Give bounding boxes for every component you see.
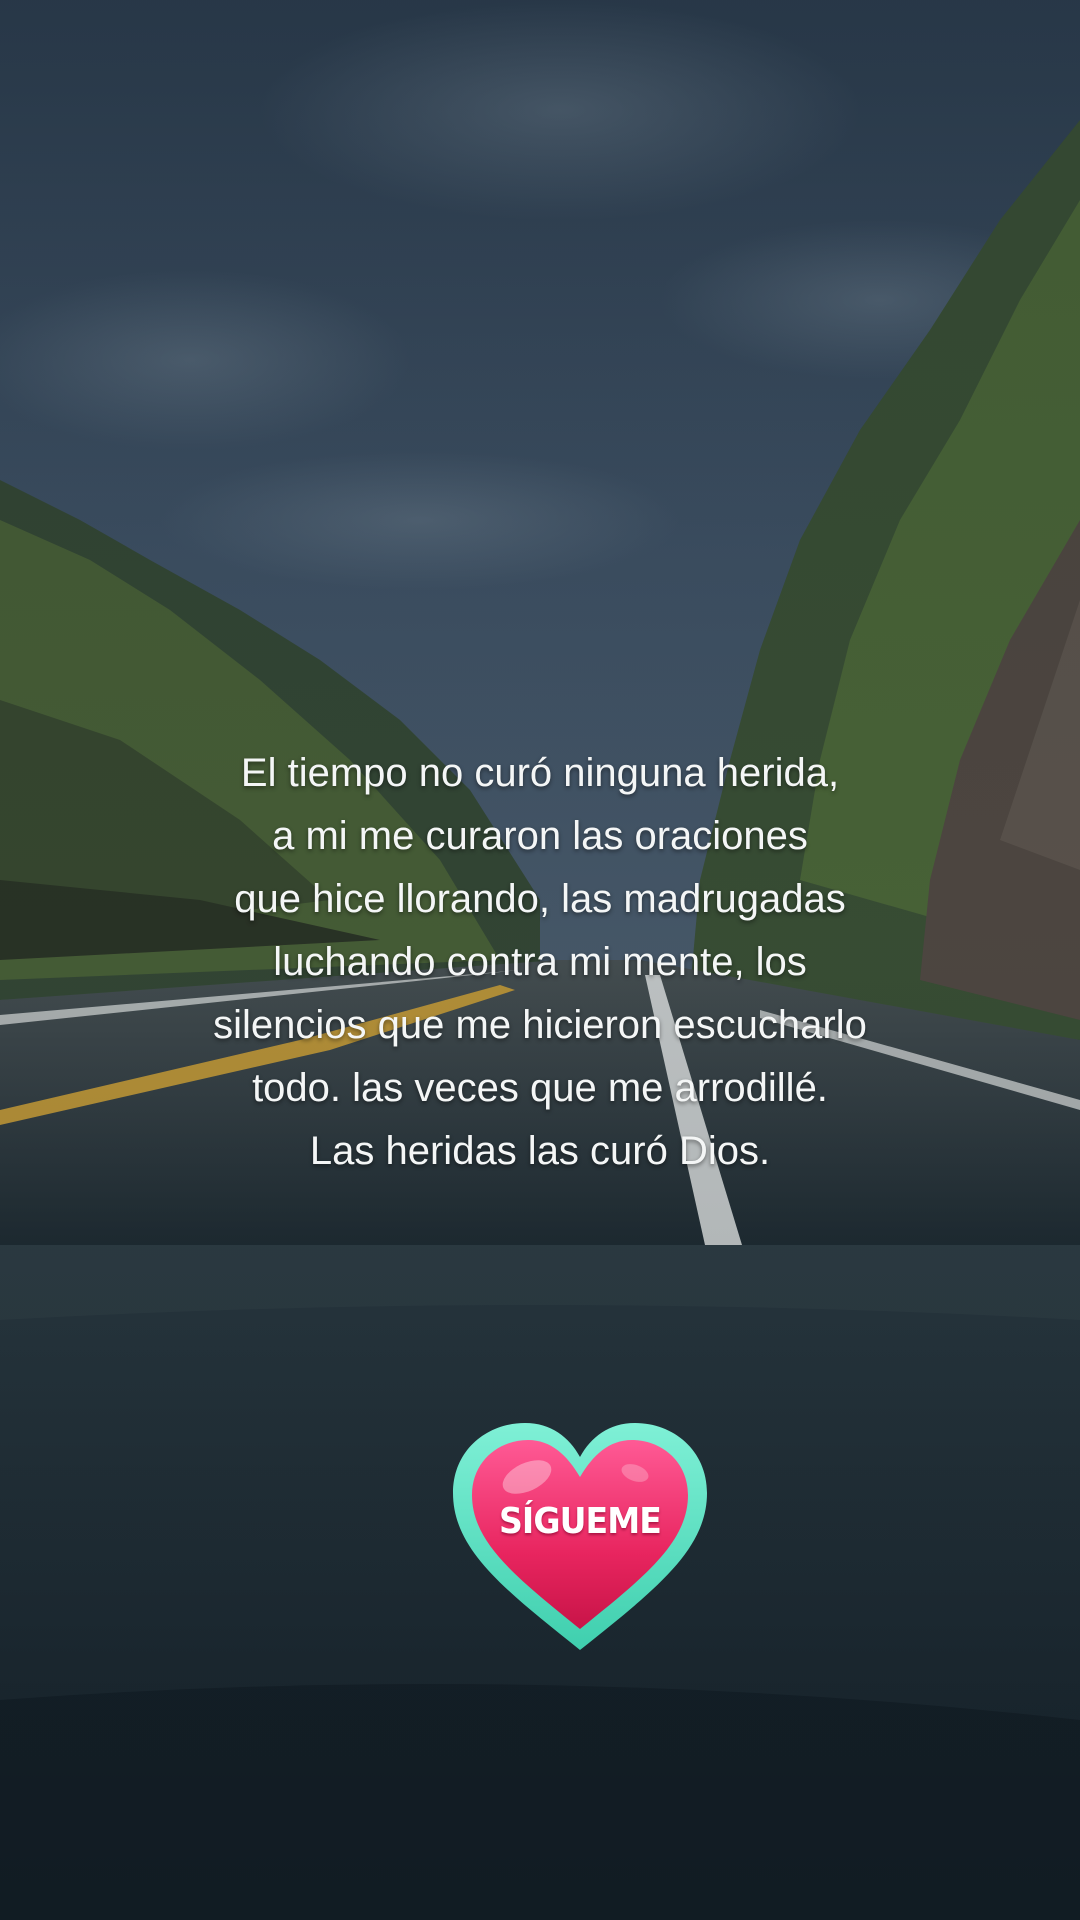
quote-text: El tiempo no curó ninguna herida, a mi m…: [90, 742, 990, 1183]
quote-line: Las heridas las curó Dios.: [309, 1129, 771, 1173]
quote-line: todo. las veces que me arrodillé.: [252, 1066, 828, 1110]
quote-line: que hice llorando, las madrugadas: [234, 877, 846, 921]
follow-label: SÍGUEME: [498, 1501, 662, 1542]
quote-line: El tiempo no curó ninguna herida,: [240, 751, 840, 795]
quote-line: luchando contra mi mente, los: [273, 940, 807, 984]
follow-sticker-button[interactable]: SÍGUEME: [445, 1415, 715, 1660]
video-frame: El tiempo no curó ninguna herida, a mi m…: [0, 0, 1080, 1920]
quote-line: silencios que me hicieron escucharlo: [213, 1003, 867, 1047]
quote-line: a mi me curaron las oraciones: [272, 814, 808, 858]
